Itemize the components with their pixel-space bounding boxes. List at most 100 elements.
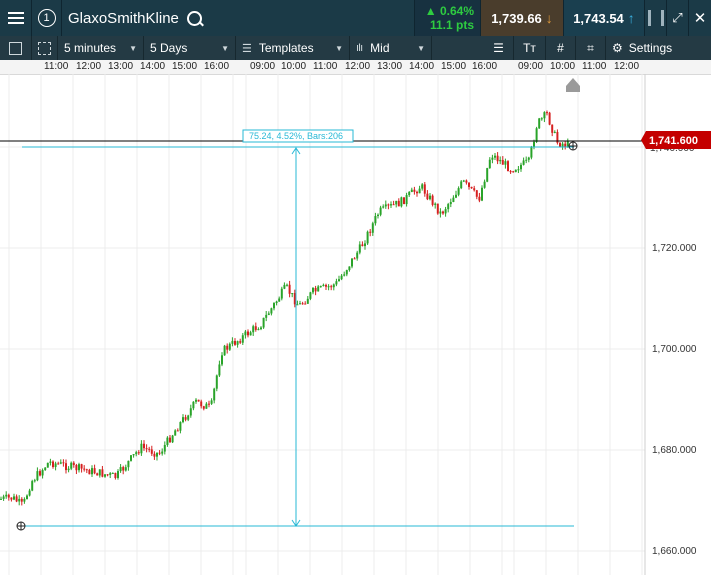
candle-body [327,286,330,288]
candle-body [52,461,54,468]
candle-body [265,314,268,318]
time-label: 11:00 [582,61,607,72]
candle-body [512,171,515,173]
candle-body [319,286,322,288]
candle-body [546,112,548,114]
candle-body [423,184,426,194]
candle-body [91,468,93,475]
text-tool-button[interactable]: Tт [514,36,546,60]
candle-body [83,468,86,470]
range-dropdown[interactable]: 5 Days ▼ [144,36,236,60]
candle-body [384,204,387,207]
candle-body [540,118,543,120]
candle-body [317,286,320,292]
candle-body [137,452,140,454]
hash-icon: # [557,41,564,55]
chevron-down-icon: ▼ [417,43,425,53]
crosshair-button[interactable]: # [546,36,576,60]
candle-body [143,443,145,449]
time-label: 10:00 [281,61,307,72]
candle-body [561,143,564,147]
candle-body [228,343,231,350]
buy-price: 1,743.54 [573,10,624,26]
interval-dropdown[interactable]: 5 minutes ▼ [58,36,144,60]
candle-body [226,345,229,350]
workspace-number-button[interactable]: 1 [32,0,62,36]
candle-body [436,203,439,214]
candle-body [39,471,41,476]
candle-body [197,399,200,402]
candle-body [221,355,223,365]
candle-body [187,415,190,420]
candle-body [26,495,28,500]
sell-button[interactable]: 1,739.66 ↓ [481,0,564,36]
candle-body [309,292,312,299]
time-label: 16:00 [204,61,230,72]
maximize-button[interactable]: ⤢ [667,0,689,36]
candle-body [533,141,535,148]
candle-body [249,332,252,336]
candle-body [5,494,8,497]
candle-body [566,141,569,147]
candle-body [527,157,530,160]
candle-body [33,480,36,482]
candle-body [517,169,520,171]
candle-body [111,472,114,474]
templates-dropdown[interactable]: ☰ Templates ▼ [236,36,350,60]
candle-body [119,467,122,472]
candle-body [410,189,413,193]
instrument-selector[interactable]: GlaxoSmithKline [62,0,415,36]
instrument-name: GlaxoSmithKline [68,9,179,27]
candle-body [169,437,171,443]
close-button[interactable]: ✕ [689,0,711,36]
candle-body [286,284,288,286]
candle-body [486,168,489,182]
time-label: 09:00 [518,61,544,72]
candle-body [296,304,299,306]
candle-body [491,157,494,160]
candle-body [18,498,21,502]
time-label: 13:00 [108,61,134,72]
candle-body [525,159,528,161]
candle-body [465,180,468,183]
chart-type-button[interactable] [32,36,58,60]
indicators-button[interactable]: ☰ [484,36,514,60]
candle-body [267,313,270,315]
candle-body [171,435,174,443]
gear-icon: ⚙ [612,41,623,55]
price-axis-label: 1,720.000 [652,243,697,254]
price-chart[interactable]: 75.24, 4.52%, Bars:206 1,740.000 1,720.0… [0,74,711,575]
candle-body [455,194,457,198]
candle-body [538,118,541,129]
candle-body [148,448,151,450]
candle-body [434,203,437,205]
candle-body [330,286,333,288]
time-label: 15:00 [172,61,198,72]
candle-body [364,243,366,247]
candle-body [426,193,429,200]
candle-body [15,496,18,502]
columns-icon [647,10,664,26]
candle-body [96,473,99,476]
chevron-down-icon: ▼ [129,43,137,53]
price-type-dropdown[interactable]: ıIı Mid ▼ [350,36,432,60]
candle-body [104,474,106,477]
candle-body [470,186,473,189]
menu-button[interactable] [0,0,32,36]
candle-body [80,464,83,469]
drawing-tools-button[interactable]: ⌗ [576,36,606,60]
candle-body [449,201,452,205]
candle-body [371,223,374,233]
candle-body [2,496,5,499]
candle-body [49,461,52,463]
candle-body [46,462,49,468]
settings-button[interactable]: ⚙ Settings [606,36,711,60]
search-icon[interactable] [186,10,202,26]
layout-button[interactable] [645,0,667,36]
chart-list-button[interactable] [0,36,32,60]
candle-body [356,252,359,259]
buy-button[interactable]: 1,743.54 ↑ [564,0,645,36]
candle-body [400,197,403,207]
title-bar: 1 GlaxoSmithKline ▲ 0.64% 11.1 pts 1,739… [0,0,711,36]
close-icon: ✕ [693,10,707,27]
